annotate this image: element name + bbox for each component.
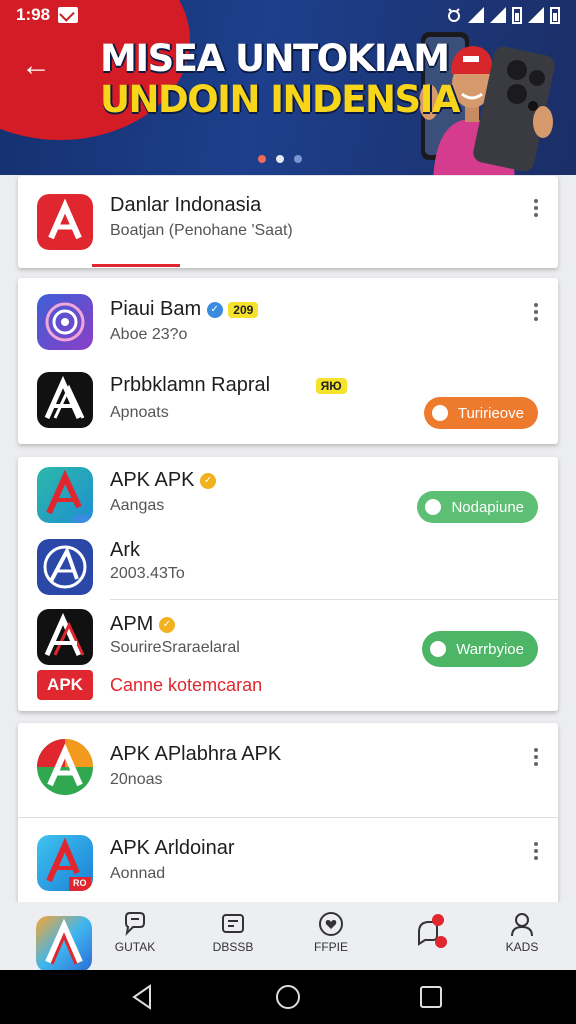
more-options-icon[interactable] (528, 300, 544, 324)
app-title-text: APK APK (110, 469, 195, 491)
app-title-text: APM (110, 613, 154, 635)
more-apps-link[interactable]: Canne kotemcaran (110, 675, 262, 696)
row-divider (18, 817, 558, 818)
nav-label: DBSSB (212, 940, 254, 954)
tv-icon (222, 914, 244, 933)
verified-icon: ✓ (206, 301, 223, 318)
notification-icon (418, 914, 447, 948)
app-subtitle: Boatjan (Penohane 'Saat) (110, 222, 293, 239)
version-tag: ЯЮ (315, 377, 347, 394)
more-options-icon[interactable] (528, 196, 544, 220)
app-subtitle: Aboe 23?o (110, 326, 188, 343)
install-button-label: Warrbyioe (456, 640, 524, 658)
app-title-text: Piaui Bam (110, 298, 202, 320)
progress-indicator (92, 264, 180, 267)
bottom-navigation-bar: GUTAK DBSSB FFPIE KADS (0, 902, 576, 972)
status-time: 1:98 (16, 5, 51, 24)
back-arrow-icon[interactable]: ← (18, 48, 54, 84)
verified-icon: ✓ (158, 616, 175, 633)
app-title: Danlar Indonasia (110, 194, 262, 216)
nav-item-profile[interactable]: KADS (487, 910, 557, 954)
mail-notification-icon (58, 7, 79, 23)
system-recents-icon[interactable] (416, 982, 446, 1012)
app-subtitle: 20noas (110, 771, 163, 788)
carousel-dot-1[interactable] (258, 155, 266, 163)
install-button-label: Nodapiune (451, 498, 524, 516)
nav-label: GUTAK (114, 940, 156, 954)
carousel-dot-3[interactable] (294, 155, 302, 163)
app-title-text: Prbbklamn Rapral (110, 374, 271, 396)
system-home-icon[interactable] (273, 982, 303, 1012)
status-bar: 1:98 (0, 0, 576, 30)
app-title: Piaui Bam ✓ 209 (110, 298, 259, 321)
button-dot-icon (431, 405, 448, 421)
nav-item-chat[interactable]: GUTAK (100, 910, 170, 954)
install-button[interactable]: Warrbyioe (422, 631, 538, 667)
app-icon-green-a (37, 739, 93, 795)
nav-label: FFPIE (313, 940, 348, 954)
install-button-label: Turirieove (457, 404, 524, 422)
app-subtitle: Aonnad (110, 865, 166, 882)
app-title: APK APK ✓ (110, 469, 217, 492)
banner-headline-line1: MISEA UNTOKIAM (100, 37, 450, 80)
signal-icon (490, 7, 506, 23)
more-options-icon[interactable] (528, 745, 544, 769)
button-dot-icon (425, 499, 442, 515)
app-title: Ark (110, 539, 140, 561)
app-card-3[interactable]: APK APK ✓ Aangas Nodapiune Ark 2003.43To… (18, 457, 558, 711)
app-icon-red-a (37, 194, 93, 250)
banner-headline: MISEA UNTOKIAM UNDOIN INDENSIA (100, 37, 461, 122)
wifi-icon (468, 7, 484, 23)
app-icon-target (37, 294, 93, 350)
nav-item-favorite[interactable]: FFPIE (296, 910, 366, 954)
chat-icon (125, 912, 145, 936)
app-icon-tag: RO (73, 878, 87, 888)
button-dot-icon (430, 641, 447, 657)
nav-item-tv[interactable]: DBSSB (198, 910, 268, 954)
verified-icon: ✓ (200, 472, 217, 489)
app-icon-black-a (37, 372, 93, 428)
system-navigation-bar (0, 970, 576, 1024)
version-tag: 209 (228, 301, 259, 318)
app-icon-navy-a (37, 539, 93, 595)
install-button[interactable]: Nodapiune (417, 491, 538, 523)
app-subtitle: Apnoats (110, 404, 169, 421)
alarm-icon (448, 8, 460, 22)
app-subtitle: Aangas (110, 497, 165, 514)
app-icon-partial (36, 916, 92, 972)
app-icon-black-a-2 (37, 609, 93, 665)
app-title: APK Arldoinar (110, 837, 235, 859)
profile-icon (511, 913, 533, 937)
app-subtitle: 2003.43To (110, 565, 185, 582)
app-subtitle: SourireSraraelaral (110, 639, 240, 656)
battery-icon (550, 6, 560, 24)
banner-headline-line2: UNDOIN INDENSIA (100, 78, 461, 122)
app-card-1[interactable]: Danlar Indonasia Boatjan (Penohane 'Saat… (18, 176, 558, 268)
nav-item-notifications[interactable] (396, 910, 466, 952)
carousel-indicator[interactable] (258, 155, 302, 163)
app-card-2[interactable]: Piaui Bam ✓ 209 Aboe 23?o Prbbklamn Rapr… (18, 278, 558, 444)
app-title: Prbbklamn Rapral ЯЮ (110, 374, 347, 397)
nav-label: KADS (505, 940, 539, 954)
row-divider (110, 599, 558, 600)
system-back-icon[interactable] (128, 982, 158, 1012)
sim-icon (512, 6, 522, 24)
more-options-icon[interactable] (528, 839, 544, 863)
carousel-dot-2[interactable] (276, 155, 284, 163)
app-title: APM ✓ (110, 613, 175, 636)
install-button[interactable]: Turirieove (423, 397, 538, 429)
apk-badge: APK (37, 670, 93, 700)
app-title: APK APlabhra APK (110, 743, 282, 765)
heart-icon (319, 912, 343, 936)
signal-2-icon (528, 7, 544, 23)
app-icon-teal-a (37, 467, 93, 523)
